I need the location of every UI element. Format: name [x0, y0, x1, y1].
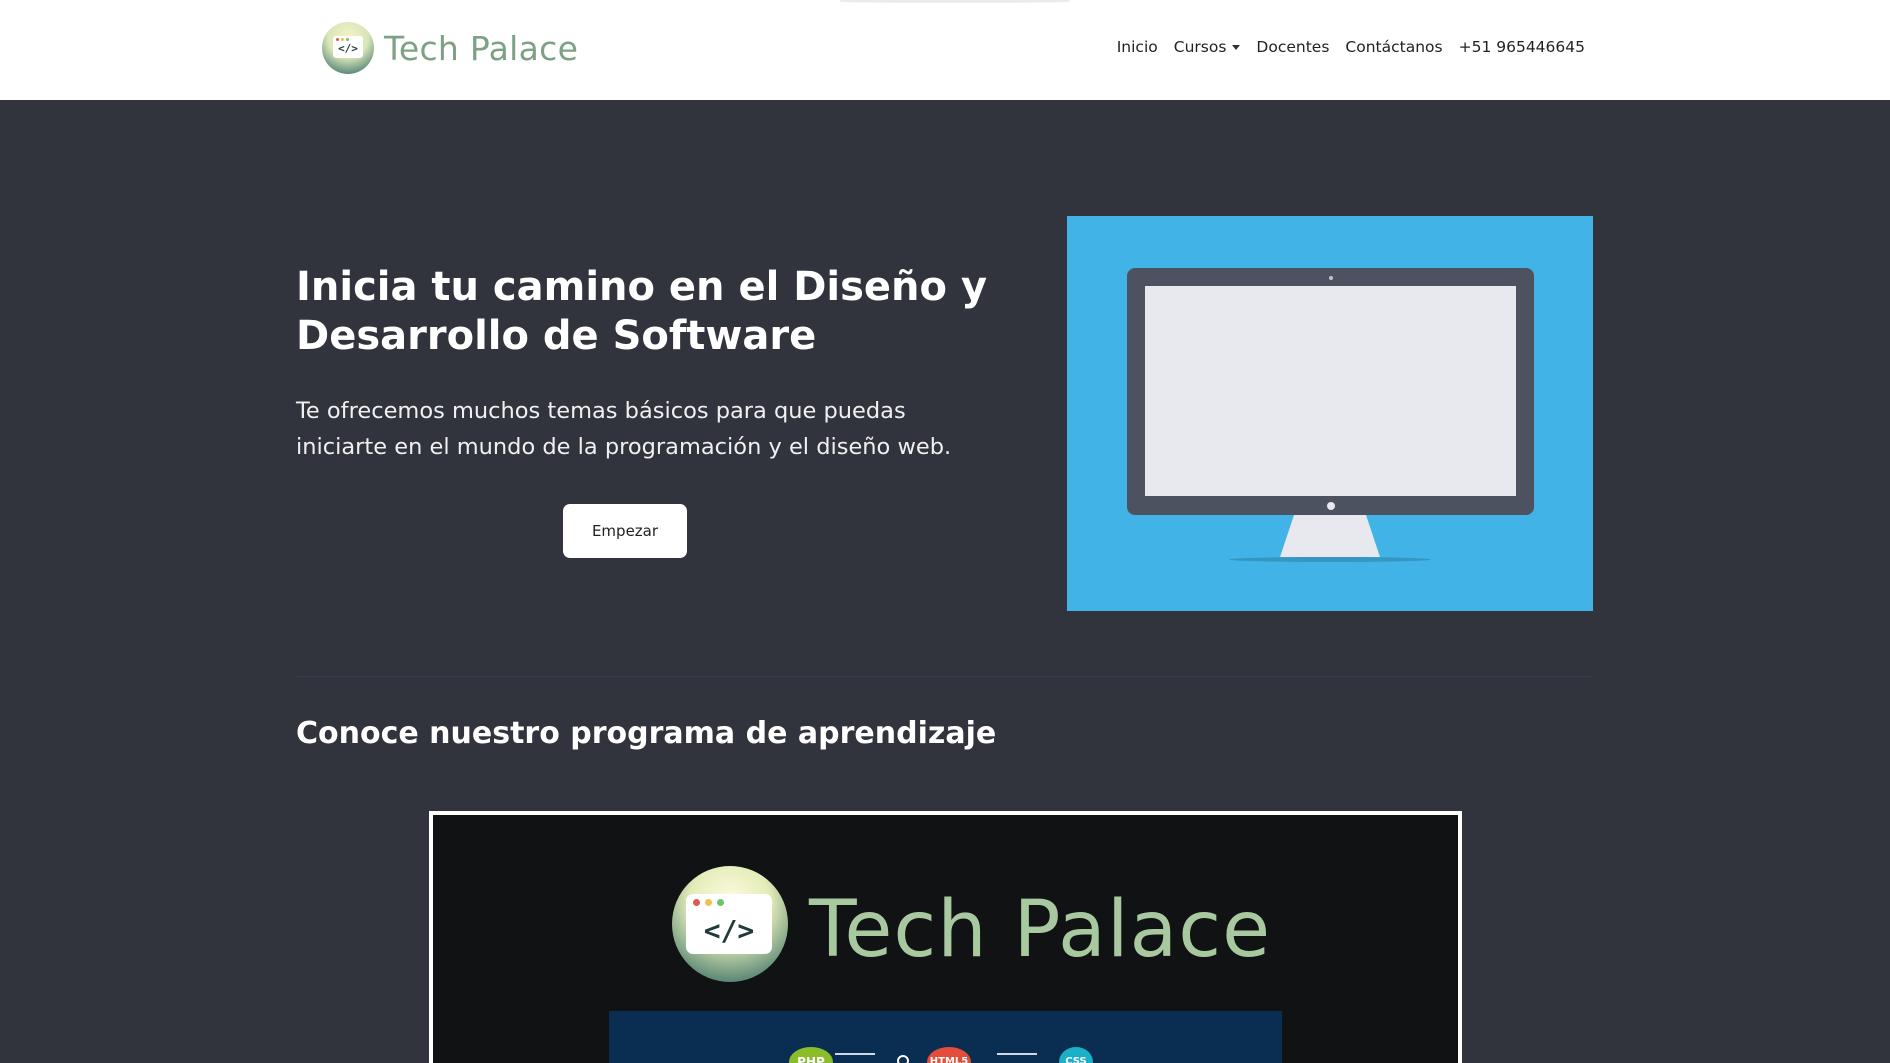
hero-description: Te ofrecemos muchos temas básicos para q…	[296, 398, 952, 460]
php-badge: PHP	[789, 1047, 833, 1063]
nav-link-docentes[interactable]: Docentes	[1256, 38, 1329, 56]
video-tech-strip: PHP HTML5 CSS	[609, 1011, 1282, 1063]
video-logo-icon: </>	[672, 866, 788, 982]
window-dots	[336, 38, 349, 41]
monitor-illustration	[1067, 216, 1593, 611]
monitor-camera	[1329, 276, 1333, 280]
nav-menu: Inicio Cursos Docentes Contáctanos +51 9…	[1101, 38, 1585, 56]
nav-link-phone[interactable]: +51 965446645	[1459, 38, 1585, 56]
arrow-icon	[835, 1053, 875, 1055]
monitor-screen	[1145, 286, 1516, 496]
navbar-shadow	[840, 0, 1070, 3]
nav-link-inicio[interactable]: Inicio	[1117, 38, 1158, 56]
nav-dropdown-cursos-label: Cursos	[1173, 38, 1227, 56]
monitor-shadow	[1229, 557, 1431, 562]
hero-title: Inicia tu camino en el Diseño y Desarrol…	[296, 264, 988, 359]
nav-link-contactanos[interactable]: Contáctanos	[1345, 38, 1442, 56]
tech-palace-logo-icon: </>	[322, 22, 374, 74]
section-divider	[296, 676, 1593, 677]
monitor-stand	[1280, 515, 1380, 557]
code-glyph: </>	[338, 42, 358, 55]
brand-name: Tech Palace	[384, 28, 579, 68]
navbar: </> Tech Palace Inicio Cursos Docentes C…	[0, 0, 1890, 100]
caret-down-icon	[1232, 45, 1241, 50]
monitor-icon	[1127, 268, 1534, 515]
nav-dropdown-cursos[interactable]: Cursos	[1174, 38, 1241, 56]
browser-window-icon: </>	[686, 894, 772, 954]
window-dots	[693, 899, 724, 906]
code-glyph: </>	[703, 914, 755, 947]
browser-window-icon: </>	[333, 36, 363, 58]
monitor-power-dot	[1327, 502, 1335, 510]
css-badge: CSS	[1059, 1047, 1093, 1063]
html5-badge: HTML5	[927, 1047, 971, 1063]
node-icon	[897, 1055, 909, 1063]
brand-link[interactable]: </> Tech Palace	[322, 21, 578, 75]
video-player[interactable]: </> Tech Palace PHP HTML5 CSS	[429, 811, 1462, 1063]
start-button[interactable]: Empezar	[563, 504, 687, 558]
arrow-icon	[997, 1053, 1037, 1055]
video-brand-name: Tech Palace	[809, 885, 1272, 975]
section-title: Conoce nuestro programa de aprendizaje	[296, 716, 997, 751]
